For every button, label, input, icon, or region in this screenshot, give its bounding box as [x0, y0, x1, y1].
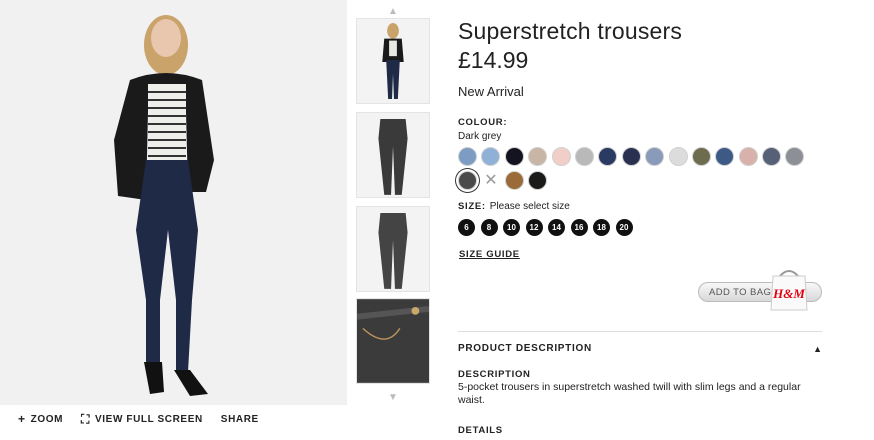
- size-label: SIZE:: [458, 201, 486, 212]
- share-button[interactable]: SHARE: [221, 413, 259, 425]
- colour-swatch[interactable]: [504, 171, 524, 190]
- colour-swatch[interactable]: [574, 147, 594, 166]
- colour-label: COLOUR:: [458, 117, 508, 128]
- colour-swatch[interactable]: [481, 147, 501, 166]
- colour-swatch[interactable]: [738, 147, 758, 166]
- size-options: 6 8 10 12 14 16 18 20: [458, 219, 822, 236]
- colour-swatch[interactable]: [668, 147, 688, 166]
- size-option-16[interactable]: 16: [570, 219, 588, 236]
- size-option-10[interactable]: 10: [503, 219, 520, 236]
- colour-swatch[interactable]: [528, 147, 548, 166]
- description-text: 5-pocket trousers in superstretch washed…: [458, 381, 801, 406]
- colour-swatch[interactable]: [598, 147, 618, 166]
- colour-swatch[interactable]: [551, 147, 571, 166]
- image-tools: + ZOOM ⛶ VIEW FULL SCREEN SHARE: [18, 413, 259, 425]
- size-option-14[interactable]: 14: [548, 219, 565, 236]
- zoom-label: ZOOM: [30, 413, 64, 425]
- close-icon: ✕: [484, 171, 498, 189]
- product-description-heading: PRODUCT DESCRIPTION: [458, 343, 592, 354]
- thumbnail-model[interactable]: [356, 18, 430, 104]
- size-option-18[interactable]: 18: [593, 219, 610, 236]
- colour-swatch[interactable]: [504, 147, 524, 166]
- share-label: SHARE: [220, 413, 259, 425]
- colour-swatch[interactable]: ✕: [481, 171, 500, 190]
- selected-colour: Dark grey: [458, 131, 502, 142]
- shopping-bag-icon[interactable]: H&M: [770, 266, 808, 312]
- colour-swatch[interactable]: [715, 147, 735, 166]
- size-option-12[interactable]: 12: [525, 219, 543, 236]
- chevron-down-icon[interactable]: ▼: [354, 392, 432, 403]
- triangle-up-icon: ▲: [813, 343, 822, 354]
- product-title: Superstretch trousers: [458, 18, 683, 44]
- thumbnail-detail[interactable]: [356, 298, 430, 384]
- thumbnail-front[interactable]: [356, 112, 430, 198]
- chevron-up-icon[interactable]: ▲: [354, 6, 432, 17]
- product-price: £14.99: [458, 47, 529, 73]
- colour-swatch[interactable]: [528, 171, 548, 190]
- expand-icon: ⛶: [81, 412, 91, 426]
- size-option-20[interactable]: 20: [615, 219, 633, 236]
- size-hint: Please select size: [489, 201, 570, 212]
- divider: [458, 331, 822, 332]
- colour-swatch[interactable]: [458, 147, 477, 166]
- add-to-bag-label: ADD TO BAG: [709, 286, 772, 298]
- view-full-screen-button[interactable]: ⛶ VIEW FULL SCREEN: [81, 413, 203, 425]
- product-description-toggle[interactable]: PRODUCT DESCRIPTION ▲: [458, 343, 822, 354]
- colour-swatch[interactable]: [691, 147, 711, 166]
- thumbnail-strip: ▲ ▼: [354, 0, 432, 440]
- colour-swatches: ✕: [458, 147, 822, 190]
- description-heading: DESCRIPTION: [458, 369, 531, 380]
- colour-swatch[interactable]: [458, 171, 477, 190]
- zoom-button[interactable]: + ZOOM: [18, 413, 63, 425]
- plus-icon: +: [18, 412, 26, 426]
- new-arrival-badge: New Arrival: [458, 84, 524, 99]
- colour-swatch[interactable]: [762, 147, 782, 166]
- colour-selector: COLOUR: Dark grey ✕: [458, 117, 822, 190]
- colour-swatch[interactable]: [621, 147, 641, 166]
- full-screen-label: VIEW FULL SCREEN: [95, 413, 203, 425]
- details-heading[interactable]: DETAILS: [458, 425, 503, 436]
- size-option-6[interactable]: 6: [458, 219, 475, 236]
- size-guide-link[interactable]: SIZE GUIDE: [459, 249, 520, 260]
- brand-logo: H&M: [772, 286, 805, 301]
- model-photo: [0, 0, 347, 405]
- colour-swatch[interactable]: [645, 147, 665, 166]
- colour-swatch[interactable]: [785, 147, 805, 166]
- size-selector: SIZE: Please select size 6 8 10 12 14 16 18 20: [458, 201, 822, 236]
- main-product-image[interactable]: [0, 0, 347, 405]
- product-info: Superstretch trousers £14.99 New Arrival: [458, 18, 822, 99]
- size-option-8[interactable]: 8: [480, 219, 498, 236]
- thumbnail-back[interactable]: [356, 206, 430, 292]
